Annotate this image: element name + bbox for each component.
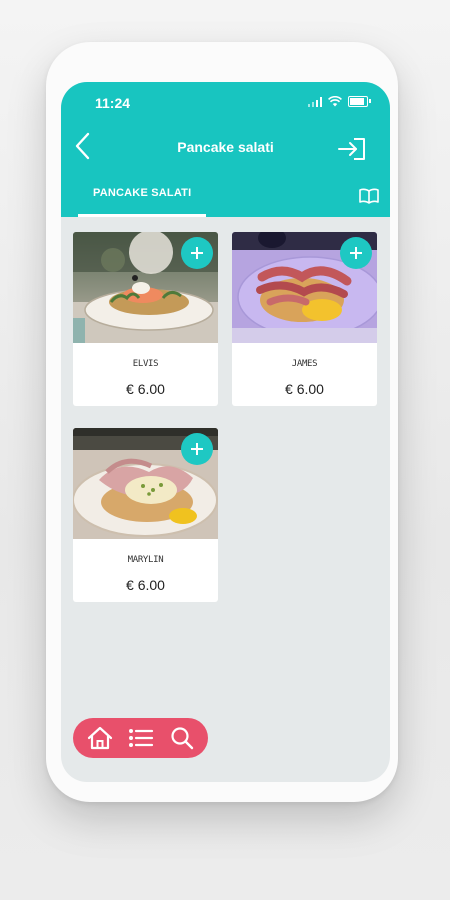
search-button[interactable]: [167, 723, 197, 753]
list-icon: [128, 729, 153, 747]
product-price: € 6.00: [126, 577, 165, 593]
logout-icon: [338, 138, 365, 160]
cellular-signal-icon: [307, 97, 322, 107]
product-card-elvis[interactable]: ELVIS € 6.00: [73, 232, 218, 406]
logout-button[interactable]: [336, 135, 368, 163]
product-card-james[interactable]: JAMES € 6.00: [232, 232, 377, 406]
bottom-navigation: [73, 718, 208, 758]
add-to-cart-button[interactable]: [181, 237, 213, 269]
tab-pancake-salati[interactable]: PANCAKE SALATI: [93, 187, 191, 199]
add-to-cart-button[interactable]: [340, 237, 372, 269]
home-icon: [87, 726, 112, 750]
status-icons: [307, 96, 371, 107]
product-name: MARYLIN: [127, 555, 164, 565]
add-to-cart-button[interactable]: [181, 433, 213, 465]
wifi-icon: [328, 96, 342, 107]
product-card-marylin[interactable]: MARYLIN € 6.00: [73, 428, 218, 602]
menu-book-button[interactable]: [358, 187, 380, 205]
product-name: JAMES: [291, 359, 318, 369]
app-header: 11:24 Pancake salati PANCAKE SALATI: [61, 82, 390, 217]
app-screen: 11:24 Pancake salati PANCAKE SALATI ELVI…: [61, 82, 390, 782]
home-button[interactable]: [85, 723, 115, 753]
menu-list-button[interactable]: [126, 723, 156, 753]
status-time: 11:24: [95, 95, 131, 111]
product-price: € 6.00: [285, 381, 324, 397]
open-book-icon: [359, 188, 379, 204]
active-tab-indicator: [78, 214, 206, 217]
battery-icon: [348, 96, 371, 107]
product-name: ELVIS: [132, 359, 159, 369]
product-price: € 6.00: [126, 381, 165, 397]
search-icon: [170, 727, 193, 750]
